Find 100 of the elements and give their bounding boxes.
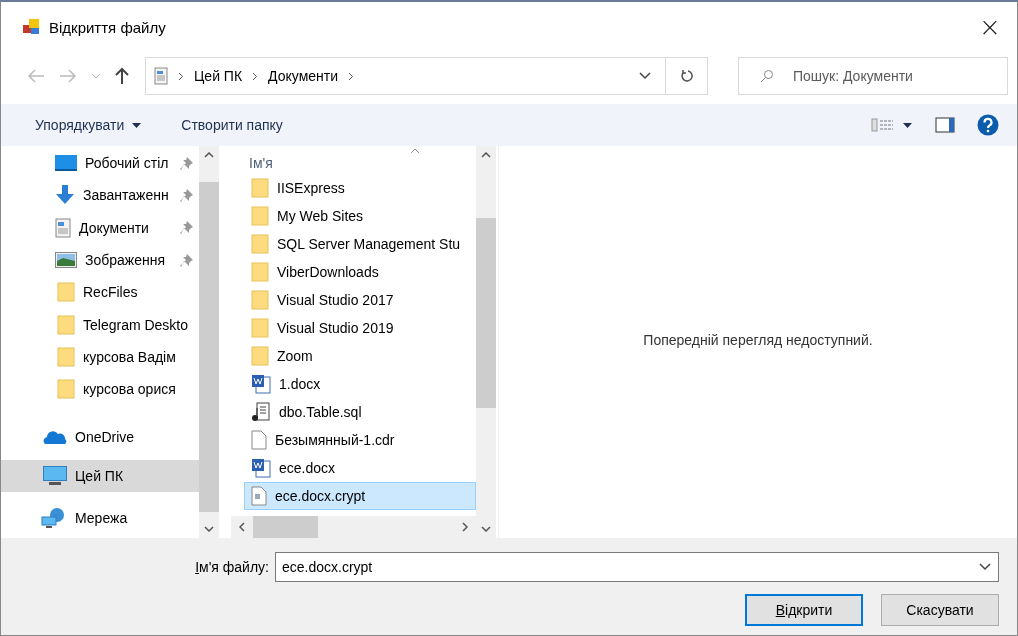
scroll-up-icon[interactable] [204,152,214,158]
scroll-right-icon[interactable] [462,522,468,532]
scroll-up-icon[interactable] [481,152,491,158]
file-name: SQL Server Management Stu [277,236,461,252]
file-item[interactable]: Безымянный-1.cdr [244,426,476,454]
word-document-icon [251,374,271,394]
nav-item[interactable]: Зображення [1,243,199,277]
file-icon [251,486,267,506]
nav-label: Документи [79,219,150,236]
breadcrumb[interactable]: Цей ПК [194,68,243,84]
network-icon [41,507,67,528]
nav-item[interactable]: Мережа [1,496,199,538]
breadcrumb[interactable]: Документи [268,68,338,84]
file-item[interactable]: Zoom [244,342,476,370]
nav-label: Зображення [85,252,167,269]
nav-item[interactable]: OneDrive [1,415,199,459]
nav-label: курсова орися [83,381,177,398]
folder-icon [57,314,75,335]
folder-icon [251,290,269,310]
file-item[interactable]: ece.docx.crypt [244,482,476,510]
file-item[interactable]: SQL Server Management Stu [244,230,476,258]
nav-item[interactable]: Telegram Deskto [1,308,199,341]
file-name: IISExpress [277,180,345,196]
folder-icon [57,346,75,367]
file-name-field[interactable]: ece.docx.crypt [275,552,999,582]
document-icon [154,67,168,85]
caret-icon [132,122,142,128]
nav-item[interactable]: курсова орися [1,373,199,406]
file-item[interactable]: My Web Sites [244,202,476,230]
file-item[interactable]: Visual Studio 2019 [244,314,476,342]
address-bar[interactable]: Цей ПК Документи [145,57,665,95]
app-icon [23,19,41,35]
file-name: 1.docx [279,376,321,392]
nav-label: RecFiles [83,284,139,301]
file-name: Visual Studio 2017 [277,292,394,308]
dropdown-chevron-icon[interactable] [979,563,991,571]
nav-label: курсова Вадім [83,348,177,365]
file-name: dbo.Table.sql [279,404,362,420]
chevron-right-icon [252,71,259,81]
cancel-button[interactable]: Скасувати [881,594,999,626]
dropdown-chevron-icon[interactable] [639,72,651,80]
folder-icon [251,262,269,282]
open-button[interactable]: Відкрити [745,594,863,626]
nav-label: Завантаженн [83,187,170,204]
nav-label: Telegram Deskto [83,316,190,333]
nav-item[interactable]: Документи [1,211,199,244]
folder-icon [251,346,269,366]
organize-menu-button[interactable]: Упорядкувати [23,111,154,139]
folder-icon [251,206,269,226]
file-item[interactable]: ViberDownloads [244,258,476,286]
list-view-icon [871,118,913,132]
nav-label: Робочий стіл [85,155,170,172]
file-name: My Web Sites [277,208,364,224]
file-item[interactable]: 1.docx [244,370,476,398]
script-file-icon [251,402,271,422]
vertical-scrollbar[interactable] [199,146,219,538]
vertical-scrollbar[interactable] [476,146,496,538]
column-header[interactable]: Ім'я [249,155,273,171]
folder-icon [57,282,75,303]
sort-caret-icon [410,148,420,154]
download-arrow-icon [55,185,75,206]
file-item[interactable]: IISExpress [244,174,476,202]
folder-icon [57,379,75,400]
picture-icon [55,252,77,269]
file-item[interactable]: ece.docx [244,454,476,482]
folder-icon [251,234,269,254]
scroll-left-icon[interactable] [239,522,245,532]
chevron-right-icon [178,71,184,81]
refresh-button[interactable] [665,57,708,95]
nav-item[interactable]: RecFiles [1,276,199,309]
file-name-label: Ім'я файлу: [195,559,269,575]
up-arrow-icon[interactable] [115,67,129,85]
nav-item[interactable]: курсова Вадім [1,340,199,374]
refresh-icon [679,69,694,83]
window-title: Відкриття файлу [49,18,166,36]
close-button[interactable]: × [967,7,1013,47]
search-icon [760,69,774,83]
blank-file-icon [251,430,267,450]
scrollbar-thumb[interactable] [253,516,318,538]
scrollbar-thumb[interactable] [476,218,496,408]
folder-icon [251,318,269,338]
nav-label: OneDrive [75,428,136,445]
computer-icon [43,466,67,487]
file-name: ece.docx [279,460,336,476]
nav-item[interactable]: Завантаженн [1,179,199,212]
preview-message: Попередній перегляд недоступний. [643,332,873,348]
new-folder-button[interactable]: Створити папку [169,111,295,139]
file-item[interactable]: Visual Studio 2017 [244,286,476,314]
scroll-down-icon[interactable] [204,526,214,532]
file-item[interactable]: dbo.Table.sql [244,398,476,426]
nav-item[interactable]: Робочий стіл [1,147,199,180]
nav-label: Цей ПК [75,468,125,485]
help-icon [977,114,999,136]
file-name: Zoom [277,348,313,364]
scrollbar-thumb[interactable] [199,182,219,512]
monitor-icon [55,155,77,172]
scroll-down-icon[interactable] [481,526,491,532]
nav-item[interactable]: Цей ПК [1,460,199,493]
folder-icon [251,178,269,198]
search-field[interactable]: Пошук: Документи [738,57,1008,95]
